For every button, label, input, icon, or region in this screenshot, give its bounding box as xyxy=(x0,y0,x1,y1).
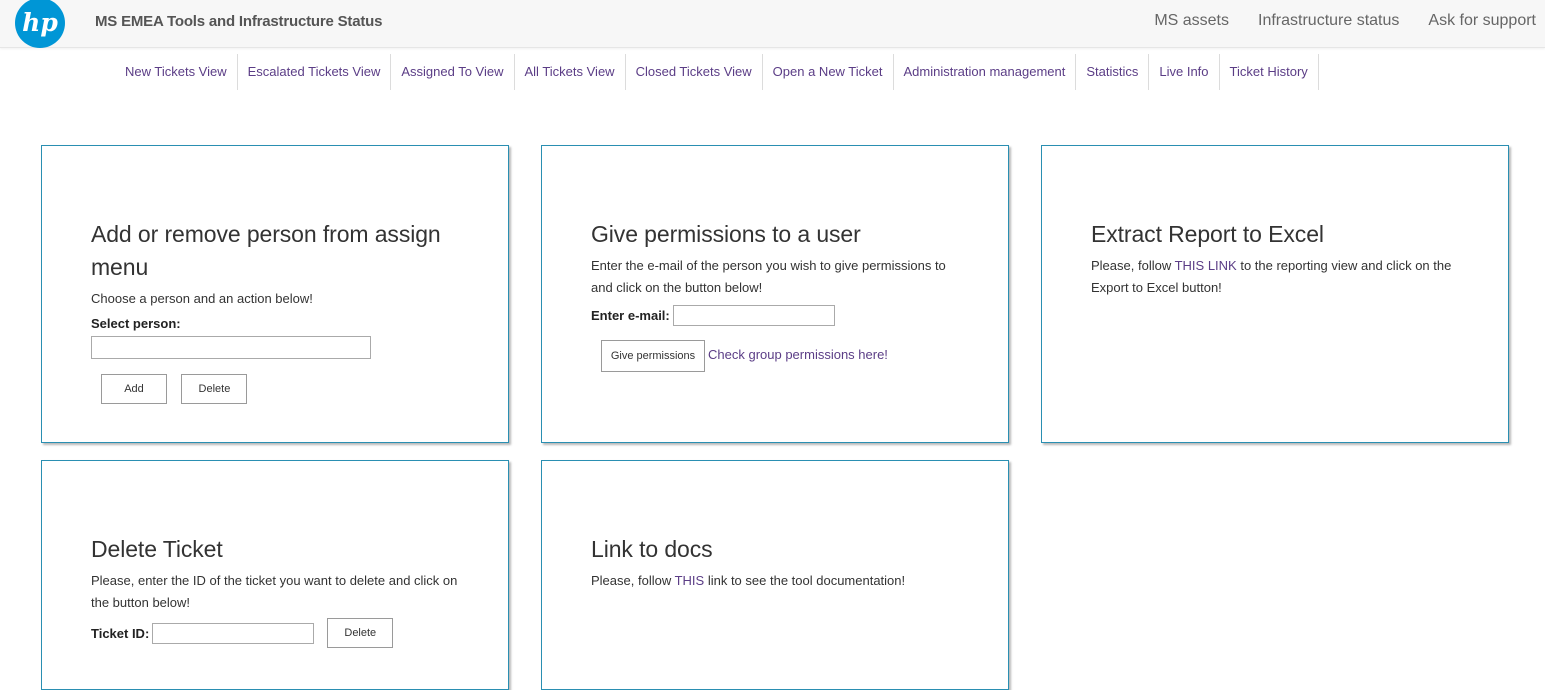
hp-logo[interactable]: hp xyxy=(15,0,65,48)
nav-open-new-ticket[interactable]: Open a New Ticket xyxy=(763,54,894,90)
card-give-permissions: Give permissions to a user Enter the e-m… xyxy=(541,145,1009,443)
nav-live-info[interactable]: Live Info xyxy=(1149,54,1220,90)
this-link-reporting[interactable]: THIS LINK xyxy=(1175,258,1237,273)
card-link-to-docs: Link to docs Please, follow THIS link to… xyxy=(541,460,1009,690)
nav-closed-tickets[interactable]: Closed Tickets View xyxy=(626,54,763,90)
app-title: MS EMEA Tools and Infrastructure Status xyxy=(95,13,383,30)
delete-person-button[interactable]: Delete xyxy=(181,374,248,404)
link-infrastructure-status[interactable]: Infrastructure status xyxy=(1258,12,1399,30)
card-description: Please, follow THIS link to see the tool… xyxy=(591,570,968,592)
nav-ticket-history[interactable]: Ticket History xyxy=(1220,54,1319,90)
top-header: hp MS EMEA Tools and Infrastructure Stat… xyxy=(0,0,1545,48)
select-person-label: Select person: xyxy=(91,316,181,331)
card-assign-person: Add or remove person from assign menu Ch… xyxy=(41,145,509,443)
desc-text-after: link to see the tool documentation! xyxy=(704,573,906,588)
card-extract-excel: Extract Report to Excel Please, follow T… xyxy=(1041,145,1509,443)
nav-new-tickets[interactable]: New Tickets View xyxy=(115,54,238,90)
link-ms-assets[interactable]: MS assets xyxy=(1154,12,1229,30)
give-permissions-button[interactable]: Give permissions xyxy=(601,340,705,372)
desc-text-before: Please, follow xyxy=(591,573,675,588)
secondary-nav: New Tickets View Escalated Tickets View … xyxy=(115,54,1319,90)
card-title: Give permissions to a user xyxy=(591,221,861,247)
nav-escalated-tickets[interactable]: Escalated Tickets View xyxy=(238,54,392,90)
link-ask-for-support[interactable]: Ask for support xyxy=(1428,12,1536,30)
add-button[interactable]: Add xyxy=(101,374,167,404)
check-group-permissions-link[interactable]: Check group permissions here! xyxy=(708,347,888,362)
card-delete-ticket: Delete Ticket Please, enter the ID of th… xyxy=(41,460,509,690)
card-description: Enter the e-mail of the person you wish … xyxy=(591,258,946,295)
nav-all-tickets[interactable]: All Tickets View xyxy=(515,54,626,90)
card-title: Extract Report to Excel xyxy=(1091,221,1324,247)
ticket-id-label: Ticket ID: xyxy=(91,625,150,641)
card-description: Choose a person and an action below! xyxy=(91,291,313,306)
nav-assigned-to[interactable]: Assigned To View xyxy=(391,54,515,90)
nav-administration[interactable]: Administration management xyxy=(894,54,1077,90)
this-link-docs[interactable]: THIS xyxy=(675,573,705,588)
ticket-id-input[interactable] xyxy=(152,622,315,644)
select-person-input[interactable] xyxy=(91,336,371,359)
card-description: Please, enter the ID of the ticket you w… xyxy=(91,573,458,610)
card-title: Link to docs xyxy=(591,536,713,562)
logo-text: hp xyxy=(22,8,58,37)
delete-ticket-button[interactable]: Delete xyxy=(327,618,394,648)
email-input[interactable] xyxy=(672,305,835,326)
nav-statistics[interactable]: Statistics xyxy=(1076,54,1150,90)
card-title: Add or remove person from assign menu xyxy=(91,221,441,280)
card-title: Delete Ticket xyxy=(91,536,223,562)
email-label: Enter e-mail: xyxy=(591,308,670,323)
card-description: Please, follow THIS LINK to the reportin… xyxy=(1091,255,1461,299)
top-links: MS assets Infrastructure status Ask for … xyxy=(1125,12,1536,30)
desc-text-before: Please, follow xyxy=(1091,258,1175,273)
